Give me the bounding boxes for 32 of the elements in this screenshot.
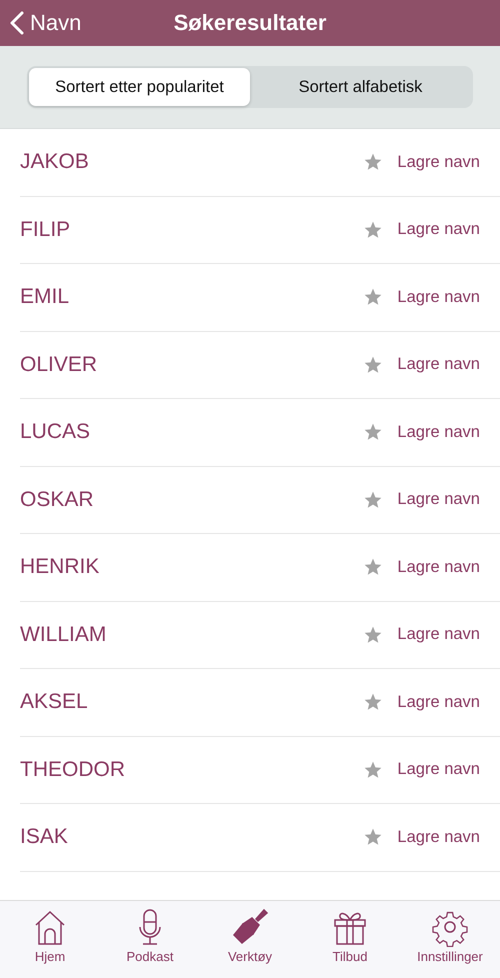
name-label[interactable]: LUCAS [20, 420, 364, 444]
name-label[interactable]: OLIVER [20, 352, 364, 377]
name-label[interactable]: FILIP [20, 218, 364, 242]
tab-bar-item[interactable]: Innstillinger [400, 907, 500, 978]
name-label[interactable]: ISAK [20, 825, 364, 850]
tab-bar-item[interactable]: Hjem [0, 907, 100, 978]
save-name-button[interactable]: Lagre navn [363, 557, 480, 578]
save-name-button[interactable]: Lagre navn [363, 760, 480, 780]
name-label[interactable]: JAKOB [20, 150, 364, 174]
name-label[interactable]: HENRIK [20, 555, 364, 580]
save-name-button[interactable]: Lagre navn [363, 624, 480, 645]
chevron-left-icon [10, 11, 24, 35]
save-name-button[interactable]: Lagre navn [363, 827, 480, 848]
save-name-button[interactable]: Lagre navn [363, 287, 480, 308]
save-name-button[interactable]: Lagre navn [363, 354, 480, 375]
name-label[interactable]: OSKAR [20, 488, 364, 512]
back-button[interactable]: Navn [10, 10, 82, 36]
save-name-button[interactable]: Lagre navn [363, 152, 480, 172]
screen-title: Søkeresultater [174, 10, 326, 36]
tab-bar-item[interactable]: Podkast [100, 907, 200, 978]
save-name-button[interactable]: Lagre navn [363, 422, 480, 442]
tab-bar-item[interactable]: Verktøy [200, 907, 300, 978]
save-name-button[interactable]: Lagre navn [363, 490, 480, 510]
sort-segment[interactable]: Sortert alfabetisk [250, 68, 471, 106]
sort-segment[interactable]: Sortert etter popularitet [29, 68, 250, 106]
tab-bar-item[interactable]: Tilbud [300, 907, 400, 978]
name-label[interactable]: AKSEL [20, 690, 364, 714]
name-label[interactable]: THEODOR [20, 758, 364, 782]
save-name-button[interactable]: Lagre navn [363, 220, 480, 240]
name-label[interactable]: WILLIAM [20, 622, 364, 647]
save-name-button[interactable]: Lagre navn [363, 692, 480, 712]
name-label[interactable]: EMIL [20, 285, 364, 310]
